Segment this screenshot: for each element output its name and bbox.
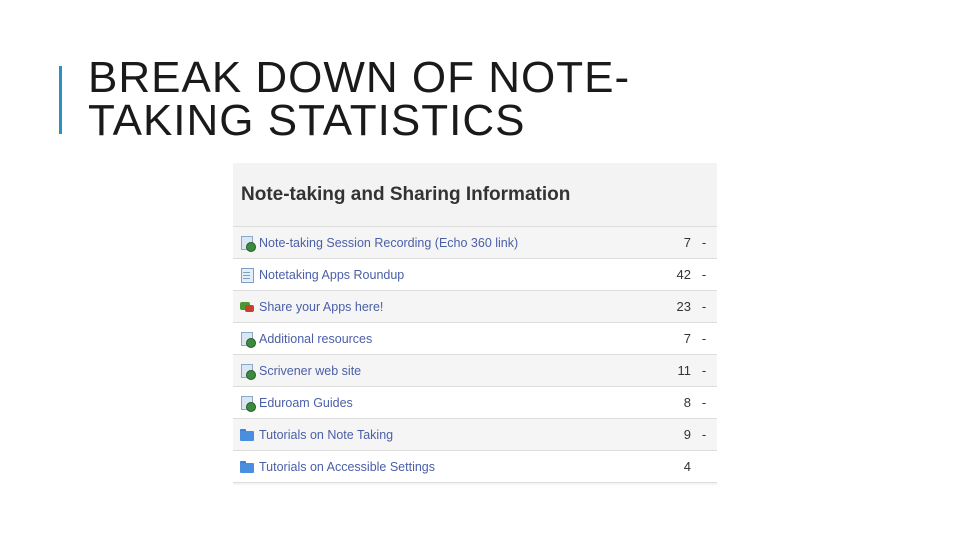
- view-count: 7: [683, 235, 691, 250]
- resource-link[interactable]: Eduroam Guides: [259, 396, 667, 410]
- row-dash: -: [701, 331, 707, 346]
- row-dash: -: [701, 363, 707, 378]
- resource-link[interactable]: Tutorials on Note Taking: [259, 428, 667, 442]
- view-count: 11: [677, 363, 692, 378]
- resource-link[interactable]: Notetaking Apps Roundup: [259, 268, 667, 282]
- list-item[interactable]: Tutorials on Note Taking 9 -: [233, 419, 717, 451]
- list-item[interactable]: Share your Apps here! 23 -: [233, 291, 717, 323]
- row-dash: -: [701, 299, 707, 314]
- link-icon: [240, 235, 256, 252]
- view-count: 23: [676, 299, 691, 314]
- panel-heading: Note-taking and Sharing Information: [241, 183, 571, 205]
- resource-link[interactable]: Additional resources: [259, 332, 667, 346]
- view-count: 42: [676, 267, 691, 282]
- resource-link[interactable]: Tutorials on Accessible Settings: [259, 460, 667, 474]
- view-count: 9: [683, 427, 691, 442]
- list-item[interactable]: Note-taking Session Recording (Echo 360 …: [233, 227, 717, 259]
- folder-icon: [240, 428, 254, 442]
- document-icon: [240, 267, 254, 283]
- list-item[interactable]: Additional resources 7 -: [233, 323, 717, 355]
- view-count: 7: [683, 331, 691, 346]
- link-icon: [240, 363, 256, 380]
- link-icon: [240, 395, 256, 412]
- view-count: 8: [683, 395, 691, 410]
- slide-title-line-1: BREAK DOWN OF NOTE-: [88, 53, 631, 102]
- view-count: 4: [683, 459, 691, 474]
- list-item[interactable]: Notetaking Apps Roundup 42 -: [233, 259, 717, 291]
- resource-link[interactable]: Scrivener web site: [259, 364, 667, 378]
- row-dash: -: [701, 235, 707, 250]
- row-dash: -: [701, 427, 707, 442]
- folder-icon: [240, 460, 254, 474]
- panel-header: Note-taking and Sharing Information: [233, 163, 717, 227]
- title-accent-bar: [59, 66, 62, 134]
- resource-link[interactable]: Note-taking Session Recording (Echo 360 …: [259, 236, 667, 250]
- link-icon: [240, 331, 256, 348]
- note-taking-panel: Note-taking and Sharing Information Note…: [233, 163, 717, 485]
- row-dash: -: [701, 267, 707, 282]
- resource-link[interactable]: Share your Apps here!: [259, 300, 667, 314]
- slide-title: BREAK DOWN OF NOTE- TAKING STATISTICS: [88, 53, 848, 145]
- list-item[interactable]: Scrivener web site 11 -: [233, 355, 717, 387]
- slide-title-line-2: TAKING STATISTICS: [88, 96, 526, 145]
- list-item[interactable]: Eduroam Guides 8 -: [233, 387, 717, 419]
- row-dash: -: [701, 395, 707, 410]
- list-item[interactable]: Tutorials on Accessible Settings 4: [233, 451, 717, 483]
- forum-icon: [240, 300, 254, 314]
